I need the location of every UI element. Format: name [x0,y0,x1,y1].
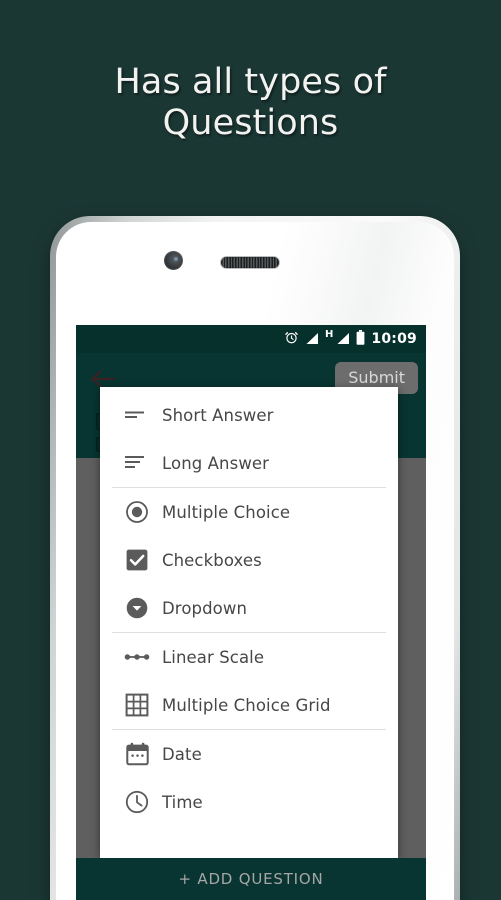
linear-scale-icon [112,649,162,665]
camera-lens-highlight [174,257,178,261]
menu-item-checkboxes[interactable]: Checkboxes [112,536,386,584]
menu-item-label: Time [162,792,203,812]
long-answer-lines-icon [112,452,162,474]
signal-bars-icon-2 [336,330,350,349]
signal-bars-icon [305,330,319,349]
menu-group-choice-types: Multiple Choice Checkboxes Dropdown [112,487,386,632]
menu-item-short-answer[interactable]: Short Answer [112,391,386,439]
menu-item-multiple-choice[interactable]: Multiple Choice [112,488,386,536]
menu-item-label: Checkboxes [162,550,262,570]
dropdown-circle-icon [112,596,162,620]
menu-item-dropdown[interactable]: Dropdown [112,584,386,632]
add-question-button[interactable]: + ADD QUESTION [76,858,426,900]
grid-icon [112,693,162,717]
menu-item-label: Linear Scale [162,647,265,667]
menu-item-label: Dropdown [162,598,248,618]
earpiece-speaker-grille [221,257,279,268]
menu-group-text-answers: Short Answer Long Answer [112,391,386,487]
calendar-icon [112,742,162,766]
menu-item-label: Multiple Choice Grid [162,695,331,715]
battery-icon [356,329,365,349]
menu-item-label: Long Answer [162,453,270,473]
menu-item-linear-scale[interactable]: Linear Scale [112,633,386,681]
front-camera-icon [164,251,183,270]
clock-icon [112,790,162,814]
alarm-clock-icon [284,330,299,349]
menu-item-label: Short Answer [162,405,274,425]
checkbox-checked-icon [112,548,162,572]
promo-headline: Has all types of Questions [0,62,501,144]
menu-item-label: Date [162,744,202,764]
menu-item-time[interactable]: Time [112,778,386,826]
status-bar-clock: 10:09 [371,331,417,347]
menu-item-label: Multiple Choice [162,502,291,522]
menu-item-date[interactable]: Date [112,730,386,778]
headline-line-2: Questions [162,103,339,143]
menu-group-datetime: Date Time [112,729,386,826]
phone-screen: H 10:09 Submit Short Answer Long Answer … [76,325,426,900]
headline-line-1: Has all types of [114,62,387,102]
network-type-label: H [325,329,334,340]
status-bar: H 10:09 [76,325,426,353]
menu-item-long-answer[interactable]: Long Answer [112,439,386,487]
menu-item-multiple-choice-grid[interactable]: Multiple Choice Grid [112,681,386,729]
menu-group-scale-grid: Linear Scale Multiple Choice Grid [112,632,386,729]
short-answer-lines-icon [112,405,162,425]
radio-button-icon [112,500,162,524]
question-type-menu: Short Answer Long Answer Multiple Choice… [100,387,398,858]
